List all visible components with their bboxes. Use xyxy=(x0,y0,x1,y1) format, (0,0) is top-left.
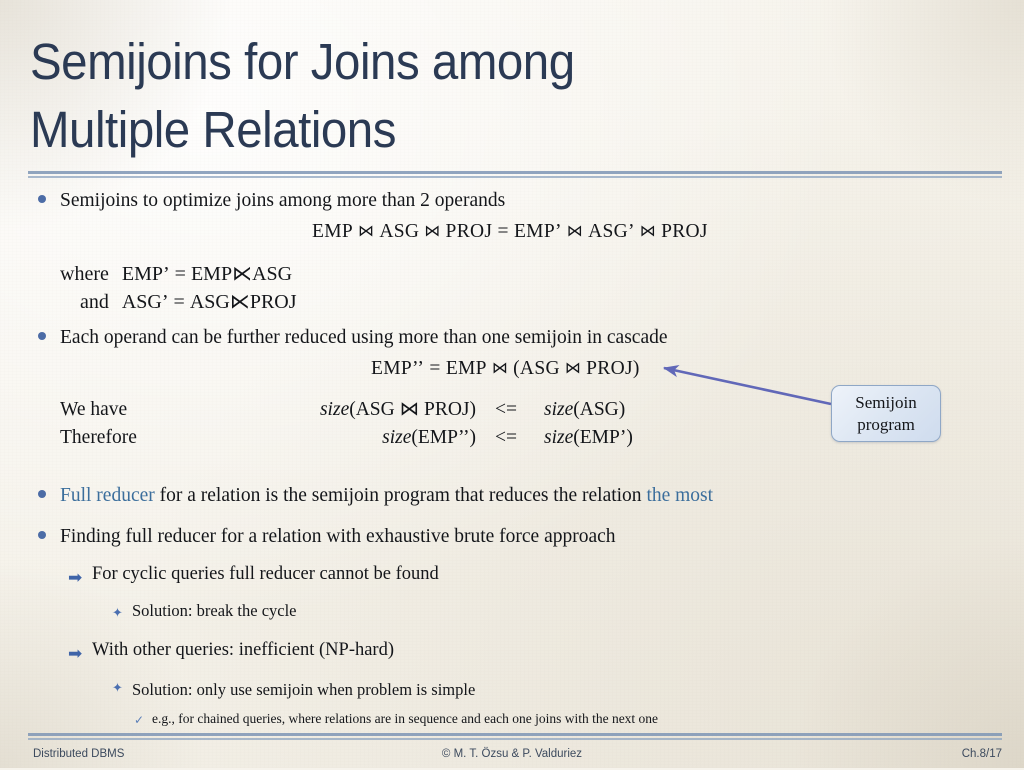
size-row-expression: size(EMP’’) xyxy=(280,424,476,452)
where-lhs: EMP’ xyxy=(121,263,170,285)
where-expression: EMP’ = EMP⋉ASG xyxy=(122,260,297,288)
sub-bullet-grandchild-text: e.g., for chained queries, where relatio… xyxy=(152,711,659,726)
bullet-text-1: Semijoins to optimize joins among more t… xyxy=(60,190,506,211)
table-row: Therefore size(EMP’’) <= size(EMP’) xyxy=(60,424,633,452)
and-rhs-a: ASG xyxy=(189,291,230,314)
bullet3-plain: for a relation is the semijoin program t… xyxy=(154,485,647,506)
where-row: where EMP’ = EMP⋉ASG xyxy=(60,260,297,288)
bullet-marker-1 xyxy=(38,195,46,203)
formula-join-equivalence: EMP ⋈ ASG ⋈ PROJ = EMP’ ⋈ ASG’ ⋈ PROJ xyxy=(312,221,708,243)
formula1-asg: ASG xyxy=(379,221,420,242)
callout-arrow-icon xyxy=(662,364,832,406)
divider-line-thick xyxy=(28,733,1002,736)
bullet-marker-4 xyxy=(38,531,46,539)
size-fn: size xyxy=(319,399,350,420)
divider-line-thin xyxy=(28,738,1002,740)
sub-bullet-text-1: For cyclic queries full reducer cannot b… xyxy=(92,564,439,584)
join-icon: ⋈ xyxy=(564,360,582,377)
formula1-asg-prime: ASG’ xyxy=(588,221,635,242)
bullet-marker-2 xyxy=(38,332,46,340)
size-comparison-block: We have size(ASG ⋈ PROJ) <= size(ASG) Th… xyxy=(60,396,633,453)
and-expression: ASG’ = ASG⋉PROJ xyxy=(122,288,297,316)
size-row-right: size(EMP’) xyxy=(536,424,633,452)
arrow-bullet-icon-2: ➡ xyxy=(68,644,83,663)
join-icon: ⋈ xyxy=(491,360,509,377)
where-rhs-b: ASG xyxy=(252,263,293,285)
size-row-relation: <= xyxy=(495,427,517,449)
and-label: and xyxy=(79,291,109,314)
join-icon: ⋈ xyxy=(424,223,441,240)
the-most-term: the most xyxy=(646,485,714,506)
callout-semijoin-program: Semijoin program xyxy=(831,385,941,442)
size-row-relation: <= xyxy=(495,399,517,420)
bullet-text-3: Full reducer for a relation is the semij… xyxy=(60,484,713,507)
size-row-right: size(ASG) xyxy=(536,396,633,424)
slide-body: Semijoins to optimize joins among more t… xyxy=(0,0,1024,768)
where-row: and ASG’ = ASG⋉PROJ xyxy=(60,288,297,316)
where-label: where xyxy=(60,263,109,285)
full-reducer-term: Full reducer xyxy=(60,485,155,506)
join-icon: ⋈ xyxy=(639,223,657,240)
formula2-open-asg: (ASG xyxy=(513,358,560,379)
formula2-emp: EMP xyxy=(445,358,487,379)
bullet-text-2: Each operand can be further reduced usin… xyxy=(60,327,668,348)
join-icon: ⋈ xyxy=(358,223,375,240)
formula-cascade-semijoin: EMP’’ = EMP ⋈ (ASG ⋈ PROJ) xyxy=(371,358,640,380)
size-arg: (ASG ⋈ PROJ) xyxy=(349,399,476,420)
footer-copyright: © M. T. Özsu & P. Valduriez xyxy=(441,748,583,760)
size-arg: (EMP’’) xyxy=(411,427,476,449)
where-rhs-a: EMP xyxy=(190,263,233,285)
bullet-marker-3 xyxy=(38,490,46,498)
size-fn: size xyxy=(382,427,412,449)
sub-bullet-child-text-1: Solution: break the cycle xyxy=(132,601,297,620)
formula2-equals: = xyxy=(429,358,441,379)
formula1-proj: PROJ xyxy=(445,221,493,242)
formula2-emp-dprime: EMP’’ xyxy=(371,358,425,379)
check-bullet-icon: ✓ xyxy=(134,713,145,727)
footer-divider xyxy=(28,733,1002,740)
sub-bullet-child-text-2: Solution: only use semijoin when problem… xyxy=(132,680,476,699)
size-arg: (ASG) xyxy=(573,399,626,420)
formula1-emp: EMP xyxy=(312,221,353,242)
semijoin-icon: ⋉ xyxy=(232,263,253,285)
and-lhs: ASG’ xyxy=(121,291,169,314)
where-clause-block: where EMP’ = EMP⋉ASG and ASG’ = ASG⋉PROJ xyxy=(60,260,297,317)
size-fn: size xyxy=(544,399,574,420)
formula1-equals: = xyxy=(497,221,509,242)
star-bullet-icon-2: ✦ xyxy=(112,680,123,695)
size-fn: size xyxy=(544,427,574,449)
semijoin-icon: ⋉ xyxy=(229,291,250,314)
arrow-bullet-icon-1: ➡ xyxy=(68,568,83,587)
star-bullet-icon-1: ✦ xyxy=(112,605,123,620)
and-equals: = xyxy=(173,291,185,314)
slide-footer: Distributed DBMS © M. T. Özsu & P. Valdu… xyxy=(0,748,1024,770)
where-equals: = xyxy=(174,263,186,285)
size-row-label: Therefore xyxy=(60,427,137,449)
bullet-text-4: Finding full reducer for a relation with… xyxy=(60,526,616,547)
formula1-proj-2: PROJ xyxy=(661,221,708,242)
formula1-emp-prime: EMP’ xyxy=(513,221,562,242)
footer-page-number: Ch.8/17 xyxy=(961,748,1002,760)
join-icon: ⋈ xyxy=(566,223,584,240)
formula2-close-proj: PROJ) xyxy=(586,358,640,379)
and-rhs-b: PROJ xyxy=(249,291,297,314)
size-row-expression: size(ASG ⋈ PROJ) xyxy=(280,396,476,424)
sub-bullet-text-2: With other queries: inefficient (NP-hard… xyxy=(92,640,395,660)
size-row-label: We have xyxy=(60,399,128,420)
size-arg: (EMP’) xyxy=(573,427,633,449)
table-row: We have size(ASG ⋈ PROJ) <= size(ASG) xyxy=(60,396,633,424)
